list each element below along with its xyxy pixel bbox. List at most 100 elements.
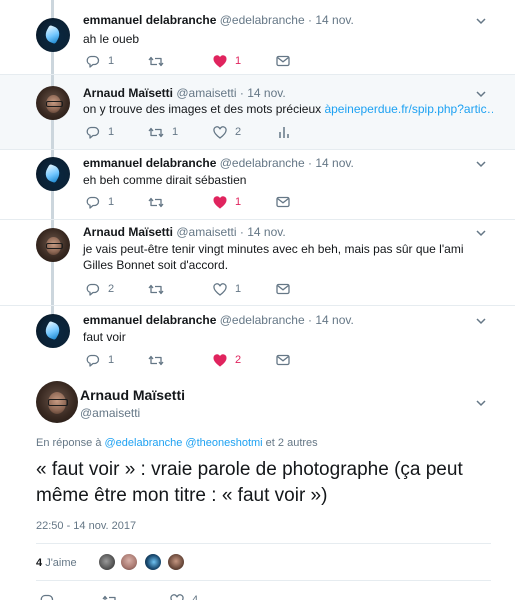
reply-button[interactable]: 2 [86,282,114,296]
reply-icon [86,354,100,367]
direct-message-button[interactable] [276,282,290,296]
heart-icon [170,593,184,600]
like-count: 1 [235,55,242,67]
divider [36,580,491,581]
chevron-down-icon[interactable] [475,227,487,239]
retweet-button[interactable] [148,353,172,367]
reply-user-link[interactable]: @edelabranche [105,437,183,449]
timestamp[interactable]: 14 nov. [247,225,285,239]
reply-count: 2 [108,283,115,295]
like-button[interactable]: 1 [213,282,241,296]
mail-icon [276,283,290,295]
tweet-text: faut voir [83,330,126,344]
author-name[interactable]: emmanuel delabranche [83,156,216,170]
like-button[interactable]: 2 [213,125,241,139]
tweet-header: emmanuel delabranche @edelabranche · 14 … [83,156,354,170]
retweet-icon [148,284,164,294]
reply-count: 1 [108,55,115,67]
like-count: 1 [235,283,242,295]
like-button[interactable]: 1 [213,54,241,68]
like-count: 4 [192,594,199,600]
retweet-button[interactable] [148,195,172,209]
liker-avatar[interactable] [98,553,116,571]
author-handle[interactable]: @edelabranche [220,13,305,27]
tweet-text: on y trouve des images et des mots préci… [83,101,493,117]
separator-dot: · [308,13,312,27]
tweet-header: Arnaud Maïsetti @amaisetti · 14 nov. [83,225,286,239]
retweet-icon [148,197,164,207]
author-handle[interactable]: @edelabranche [220,156,305,170]
like-count: 2 [235,354,242,366]
likes-count: 4 [36,557,43,569]
retweet-button[interactable] [148,282,172,296]
like-button[interactable]: 4 [170,593,198,600]
chevron-down-icon[interactable] [475,315,487,327]
analytics-button[interactable] [278,125,290,139]
retweet-icon [148,355,164,365]
reply-user-link[interactable]: @theoneshotmi [185,437,262,449]
main-author-handle[interactable]: @amaisetti [80,406,140,420]
author-name[interactable]: Arnaud Maïsetti [83,225,173,239]
author-name[interactable]: emmanuel delabranche [83,313,216,327]
chevron-down-icon[interactable] [475,88,487,100]
main-author-name[interactable]: Arnaud Maïsetti [80,387,185,403]
avatar[interactable] [36,86,70,120]
avatar[interactable] [36,314,70,348]
chevron-down-icon[interactable] [475,158,487,170]
avatar[interactable] [36,157,70,191]
main-timestamp[interactable]: 22:50 - 14 nov. 2017 [36,520,136,532]
author-name[interactable]: emmanuel delabranche [83,13,216,27]
timestamp[interactable]: 14 nov. [315,313,353,327]
liker-avatar[interactable] [144,553,162,571]
liker-avatar[interactable] [167,553,185,571]
direct-message-button[interactable] [276,195,290,209]
likes-stat[interactable]: 4 J'aime [36,557,77,569]
tweet-link[interactable]: àpeineperdue.fr/spip.php?artic… [324,102,493,116]
retweet-icon [148,56,164,66]
tweet-header: Arnaud Maïsetti @amaisetti · 14 nov. [83,86,286,100]
reply-count: 1 [108,126,115,138]
retweet-button[interactable] [102,593,118,600]
reply-icon [86,126,100,139]
reply-button[interactable] [40,593,54,600]
direct-message-button[interactable] [276,353,290,367]
main-tweet-text: « faut voir » : vraie parole de photogra… [36,459,463,506]
separator-dot: · [308,156,312,170]
heart-icon [213,353,227,367]
mail-icon [276,354,290,366]
reply-button[interactable]: 1 [86,353,114,367]
direct-message-button[interactable] [276,54,290,68]
tweet-text: ah le oueb [83,32,140,46]
avatar[interactable] [36,228,70,262]
retweet-count: 1 [172,126,179,138]
author-handle[interactable]: @amaisetti [176,86,236,100]
reply-button[interactable]: 1 [86,125,114,139]
chevron-down-icon[interactable] [475,15,487,27]
main-avatar[interactable] [36,381,78,423]
author-name[interactable]: Arnaud Maïsetti [83,86,173,100]
timestamp[interactable]: 14 nov. [247,86,285,100]
timestamp[interactable]: 14 nov. [315,13,353,27]
separator-dot: · [239,86,244,100]
retweet-icon [148,127,164,137]
retweet-button[interactable]: 1 [148,125,178,139]
heart-icon [213,195,227,209]
chevron-down-icon[interactable] [475,397,487,409]
like-button[interactable]: 1 [213,195,241,209]
tweet-header: emmanuel delabranche @edelabranche · 14 … [83,313,354,327]
avatar[interactable] [36,18,70,52]
tweet-text: eh beh comme dirait sébastien [83,173,247,187]
tweet-body: on y trouve des images et des mots préci… [83,102,325,116]
separator-dot: · [308,313,312,327]
reply-count: 1 [108,196,115,208]
reply-button[interactable]: 1 [86,54,114,68]
reply-context: En réponse à @edelabranche @theoneshotmi… [36,437,318,449]
timestamp[interactable]: 14 nov. [315,156,353,170]
author-handle[interactable]: @edelabranche [220,313,305,327]
retweet-button[interactable] [148,54,172,68]
like-button[interactable]: 2 [213,353,241,367]
liker-avatar[interactable] [120,553,138,571]
reply-button[interactable]: 1 [86,195,114,209]
author-handle[interactable]: @amaisetti [176,225,236,239]
reply-icon [86,283,100,296]
